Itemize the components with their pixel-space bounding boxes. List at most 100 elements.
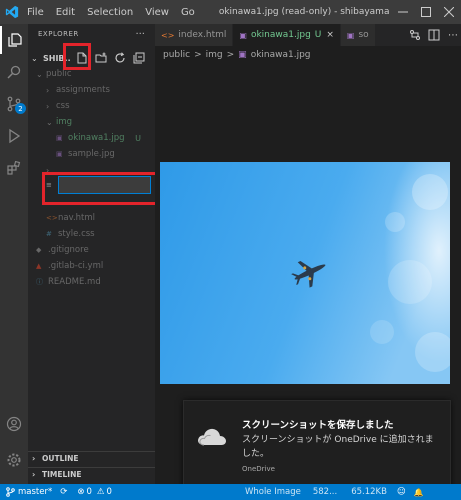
minimize-button[interactable]	[391, 0, 415, 24]
tab-index-html[interactable]: <> index.html	[155, 24, 234, 46]
account-icon	[6, 416, 22, 432]
git-untracked-badge: U	[135, 133, 141, 143]
breadcrumb-separator: >	[226, 50, 235, 60]
tree-item-file[interactable]: ▣ okinawa1.jpg U	[28, 130, 155, 146]
tree-item-file[interactable]: <> nav.html	[28, 210, 155, 226]
window-title: okinawa1.jpg (read-only) - shibayama.i..…	[218, 7, 389, 17]
image-file-icon: ▣	[56, 134, 63, 142]
explorer-more-button[interactable]: ...	[135, 26, 145, 37]
chevron-down-icon: ⌄	[46, 117, 53, 127]
image-size: 65.12KB	[351, 487, 387, 497]
tree-item-label: img	[56, 117, 73, 127]
more-icon: ⋯	[448, 29, 458, 41]
image-dimensions-status: 582...	[313, 487, 337, 497]
image-file-icon: ▣	[239, 30, 247, 40]
tree-item-label: okinawa1.jpg	[68, 133, 125, 143]
tree-item-file[interactable]: ◆ .gitignore	[28, 242, 155, 258]
tree-item-folder[interactable]: › css	[28, 98, 155, 114]
editor-tab-bar: <> index.html ▣ okinawa1.jpg U × ▣ so ⋯	[155, 24, 461, 46]
menu-edit[interactable]: Edit	[56, 7, 75, 18]
error-count: 0	[86, 487, 92, 497]
tree-item-file[interactable]: # style.css	[28, 226, 155, 242]
maximize-button[interactable]	[414, 0, 438, 24]
open-changes-button[interactable]	[407, 27, 423, 43]
notifications-button[interactable]: 🔔	[414, 488, 424, 497]
tab-label: index.html	[178, 30, 227, 40]
activity-extensions[interactable]	[0, 154, 28, 182]
branch-status[interactable]: master*	[6, 487, 52, 497]
breadcrumb-item[interactable]: okinawa1.jpg	[251, 50, 311, 60]
source-control-badge: 2	[15, 103, 26, 114]
new-file-button-highlight	[63, 43, 91, 70]
new-file-input-highlight	[42, 172, 165, 205]
new-folder-button[interactable]	[93, 50, 109, 66]
problems-status[interactable]: ⊗ 0 ⚠ 0	[77, 487, 112, 497]
menu-selection[interactable]: Selection	[87, 7, 133, 18]
chevron-right-icon: ›	[46, 85, 50, 95]
git-branch-icon	[6, 487, 15, 497]
tree-item-label: README.md	[48, 277, 101, 287]
explorer-sidebar: EXPLORER ... ⌄ SHIB... ⌄ public › assign…	[28, 24, 155, 484]
menu-go[interactable]: Go	[181, 7, 195, 18]
breadcrumb-item[interactable]: public	[163, 50, 190, 60]
notification-body: スクリーンショットが OneDrive に追加されました。	[242, 435, 434, 459]
sky-airplane-photo	[160, 162, 450, 384]
files-icon	[8, 33, 22, 47]
timeline-label: TIMELINE	[42, 470, 82, 479]
sync-button[interactable]: ⟳	[60, 487, 67, 497]
refresh-explorer-button[interactable]	[112, 50, 128, 66]
bell-icon: 🔔	[413, 487, 424, 497]
breadcrumb-item[interactable]: img	[206, 50, 223, 60]
refresh-icon	[115, 52, 125, 63]
timeline-section[interactable]: › TIMELINE	[28, 467, 155, 481]
split-editor-icon	[428, 29, 440, 41]
chevron-down-icon: ⌄	[31, 53, 38, 63]
outline-label: OUTLINE	[42, 454, 79, 463]
split-editor-button[interactable]	[426, 27, 442, 43]
onedrive-notification[interactable]: スクリーンショットを保存しました スクリーンショットが OneDrive に追加…	[183, 400, 451, 492]
activity-search[interactable]	[0, 58, 28, 86]
html-file-icon: <>	[46, 214, 58, 222]
markdown-file-icon: ⓘ	[36, 278, 43, 286]
image-zoom-label: Whole Image	[244, 487, 301, 497]
tree-item-folder[interactable]: ⌄ img	[28, 114, 155, 130]
tab-label: so	[358, 30, 369, 40]
tree-item-label: css	[56, 101, 70, 111]
warning-icon: ⚠	[96, 487, 105, 497]
outline-section[interactable]: › OUTLINE	[28, 451, 155, 465]
close-window-button[interactable]	[437, 0, 461, 24]
gitignore-file-icon: ◆	[36, 246, 42, 254]
tab-close-icon[interactable]: ×	[326, 30, 334, 40]
collapse-folders-button[interactable]	[131, 50, 147, 66]
activity-run-debug[interactable]	[0, 122, 28, 150]
activity-manage[interactable]	[0, 446, 28, 474]
tree-item-file[interactable]: ▣ sample.jpg	[28, 146, 155, 162]
activity-explorer[interactable]	[0, 26, 28, 54]
more-actions-button[interactable]: ⋯	[445, 27, 461, 43]
image-size-status: 65.12KB	[351, 487, 387, 497]
tree-item-label: style.css	[58, 229, 95, 239]
tree-item-file[interactable]: ▲ .gitlab-ci.yml	[28, 258, 155, 274]
tab-label: okinawa1.jpg	[250, 30, 311, 40]
editor-actions: ⋯	[400, 24, 461, 46]
chevron-down-icon: ⌄	[36, 69, 43, 79]
tree-item-file[interactable]: ⓘ README.md	[28, 274, 155, 290]
breadcrumb: public > img > ▣ okinawa1.jpg	[163, 50, 315, 60]
activity-accounts[interactable]	[0, 410, 28, 438]
tab-other[interactable]: ▣ so	[340, 24, 376, 46]
image-file-icon: ▣	[346, 30, 355, 40]
workspace-folder-header[interactable]: ⌄ SHIB...	[28, 48, 155, 68]
vscode-logo-icon	[5, 5, 19, 19]
git-untracked-badge: U	[314, 30, 322, 40]
error-icon: ⊗	[77, 487, 85, 497]
activity-source-control[interactable]: 2	[0, 90, 28, 118]
tab-okinawa1-jpg[interactable]: ▣ okinawa1.jpg U ×	[233, 24, 341, 46]
menu-file[interactable]: File	[27, 7, 44, 18]
extensions-icon	[7, 160, 21, 175]
open-changes-icon	[410, 30, 420, 40]
feedback-button[interactable]: ☺	[397, 487, 406, 497]
menu-view[interactable]: View	[145, 7, 169, 18]
image-zoom-status[interactable]: Whole Image	[245, 487, 301, 497]
tree-item-folder[interactable]: › assignments	[28, 82, 155, 98]
tree-item-folder[interactable]: ⌄ public	[28, 66, 155, 82]
